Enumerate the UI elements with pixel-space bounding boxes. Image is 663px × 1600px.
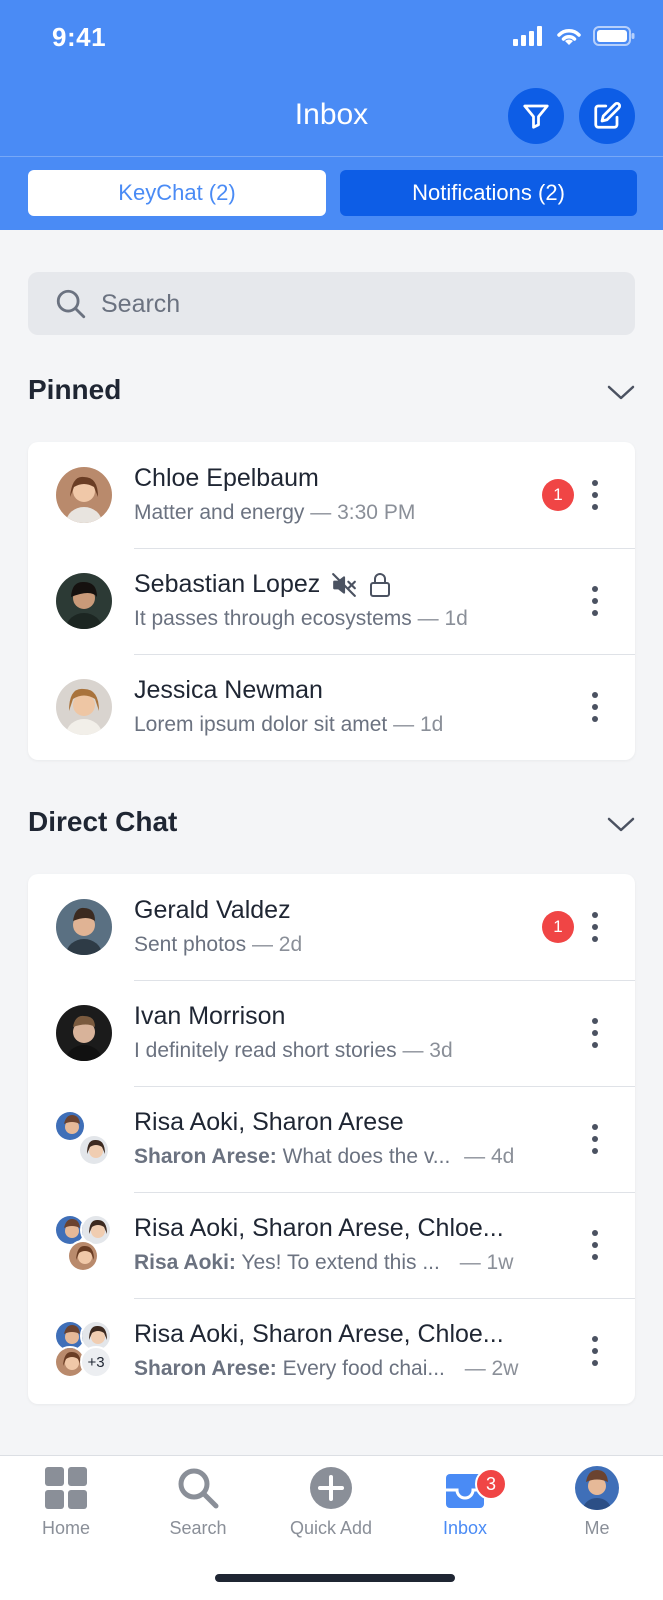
contact-name: Risa Aoki, Sharon Arese, Chloe... xyxy=(134,1214,504,1242)
more-options-icon[interactable] xyxy=(583,1124,607,1154)
contact-name: Gerald Valdez xyxy=(134,896,291,924)
avatar xyxy=(56,899,112,955)
tab-keychat[interactable]: KeyChat (2) xyxy=(28,170,326,216)
pinned-list: Chloe Epelbaum Matter and energy — 3:30 … xyxy=(28,442,635,760)
filter-button[interactable] xyxy=(508,88,564,144)
grid-icon xyxy=(45,1467,87,1509)
contact-name: Risa Aoki, Sharon Arese, Chloe... xyxy=(134,1320,504,1348)
extra-members-count: +3 xyxy=(80,1346,112,1378)
last-message: It passes through ecosystems — 1d xyxy=(134,607,468,630)
compose-icon xyxy=(594,101,622,129)
avatar xyxy=(56,467,112,523)
status-bar: 9:41 xyxy=(0,0,663,80)
tab-label: Search xyxy=(169,1518,227,1538)
header-divider xyxy=(0,156,663,157)
chevron-down-icon[interactable] xyxy=(605,380,637,404)
list-item[interactable]: Jessica Newman Lorem ipsum dolor sit ame… xyxy=(28,654,635,760)
last-message: Lorem ipsum dolor sit amet — 1d xyxy=(134,713,444,736)
contact-name: Ivan Morrison xyxy=(134,1002,286,1030)
unread-badge: 1 xyxy=(542,479,574,511)
plus-circle-icon xyxy=(310,1467,352,1509)
list-item[interactable]: Sebastian Lopez It passes through ecosys… xyxy=(28,548,635,654)
contact-name: Risa Aoki, Sharon Arese xyxy=(134,1108,404,1136)
contact-name: Jessica Newman xyxy=(134,676,323,704)
more-options-icon[interactable] xyxy=(583,912,607,942)
avatar xyxy=(78,1134,110,1166)
avatar xyxy=(56,1005,112,1061)
chevron-down-icon[interactable] xyxy=(605,812,637,836)
last-message: I definitely read short stories — 3d xyxy=(134,1039,453,1062)
signal-icon xyxy=(513,26,542,46)
battery-icon xyxy=(593,26,635,46)
search-icon xyxy=(178,1468,219,1509)
avatar xyxy=(575,1466,619,1510)
avatar xyxy=(67,1240,99,1272)
compose-button[interactable] xyxy=(579,88,635,144)
list-item[interactable]: Chloe Epelbaum Matter and energy — 3:30 … xyxy=(28,442,635,548)
last-message: Risa Aoki: Yes! To extend this ... — 1w xyxy=(134,1251,514,1274)
tab-me[interactable]: Me xyxy=(537,1466,657,1539)
more-options-icon[interactable] xyxy=(583,586,607,616)
avatar xyxy=(56,573,112,629)
last-message: Sent photos — 2d xyxy=(134,933,303,956)
tab-home[interactable]: Home xyxy=(6,1466,126,1539)
last-message: Sharon Arese: What does the v... — 4d xyxy=(134,1145,515,1168)
avatar xyxy=(56,679,112,735)
more-options-icon[interactable] xyxy=(583,1230,607,1260)
list-item[interactable]: Gerald Valdez Sent photos — 2d 1 xyxy=(28,874,635,980)
search-icon xyxy=(56,289,86,319)
list-item[interactable]: Risa Aoki, Sharon Arese, Chloe... Risa A… xyxy=(28,1192,635,1298)
list-item[interactable]: Ivan Morrison I definitely read short st… xyxy=(28,980,635,1086)
more-options-icon[interactable] xyxy=(583,692,607,722)
tab-label: Home xyxy=(41,1518,90,1538)
section-title-direct-chat: Direct Chat xyxy=(28,806,178,837)
wifi-icon xyxy=(557,29,581,45)
header: 9:41 Inbox KeyChat (2) Notifications (2) xyxy=(0,0,663,230)
status-icons xyxy=(513,26,635,46)
list-item[interactable]: Risa Aoki, Sharon Arese Sharon Arese: Wh… xyxy=(28,1086,635,1192)
tab-notifications[interactable]: Notifications (2) xyxy=(340,170,637,216)
tab-inbox[interactable]: 3 Inbox xyxy=(405,1466,525,1539)
more-options-icon[interactable] xyxy=(583,1336,607,1366)
contact-name: Chloe Epelbaum xyxy=(134,464,319,492)
contact-name: Sebastian Lopez xyxy=(134,570,392,599)
list-item[interactable]: +3 Risa Aoki, Sharon Arese, Chloe... Sha… xyxy=(28,1298,635,1404)
last-message: Matter and energy — 3:30 PM xyxy=(134,501,416,524)
section-title-pinned: Pinned xyxy=(28,374,122,405)
unread-badge: 1 xyxy=(542,911,574,943)
avatar xyxy=(54,1110,86,1142)
title-row: Inbox xyxy=(0,84,663,150)
more-options-icon[interactable] xyxy=(583,1018,607,1048)
more-options-icon[interactable] xyxy=(583,480,607,510)
tab-label: Quick Add xyxy=(289,1518,373,1538)
status-time: 9:41 xyxy=(52,22,107,52)
filter-icon xyxy=(523,104,549,129)
lock-icon xyxy=(370,572,391,597)
inbox-badge: 3 xyxy=(475,1468,507,1500)
tab-quick-add[interactable]: Quick Add xyxy=(271,1466,391,1539)
tab-label: Inbox xyxy=(442,1518,488,1538)
direct-chat-list: Gerald Valdez Sent photos — 2d 1 Ivan Mo… xyxy=(28,874,635,1404)
search-placeholder: Search xyxy=(101,290,181,318)
last-message: Sharon Arese: Every food chai... — 2w xyxy=(134,1357,519,1380)
tab-label: Me xyxy=(584,1518,610,1538)
tab-search[interactable]: Search xyxy=(138,1466,258,1539)
search-input[interactable]: Search xyxy=(28,272,635,335)
home-indicator xyxy=(215,1574,455,1582)
muted-icon xyxy=(332,572,357,597)
